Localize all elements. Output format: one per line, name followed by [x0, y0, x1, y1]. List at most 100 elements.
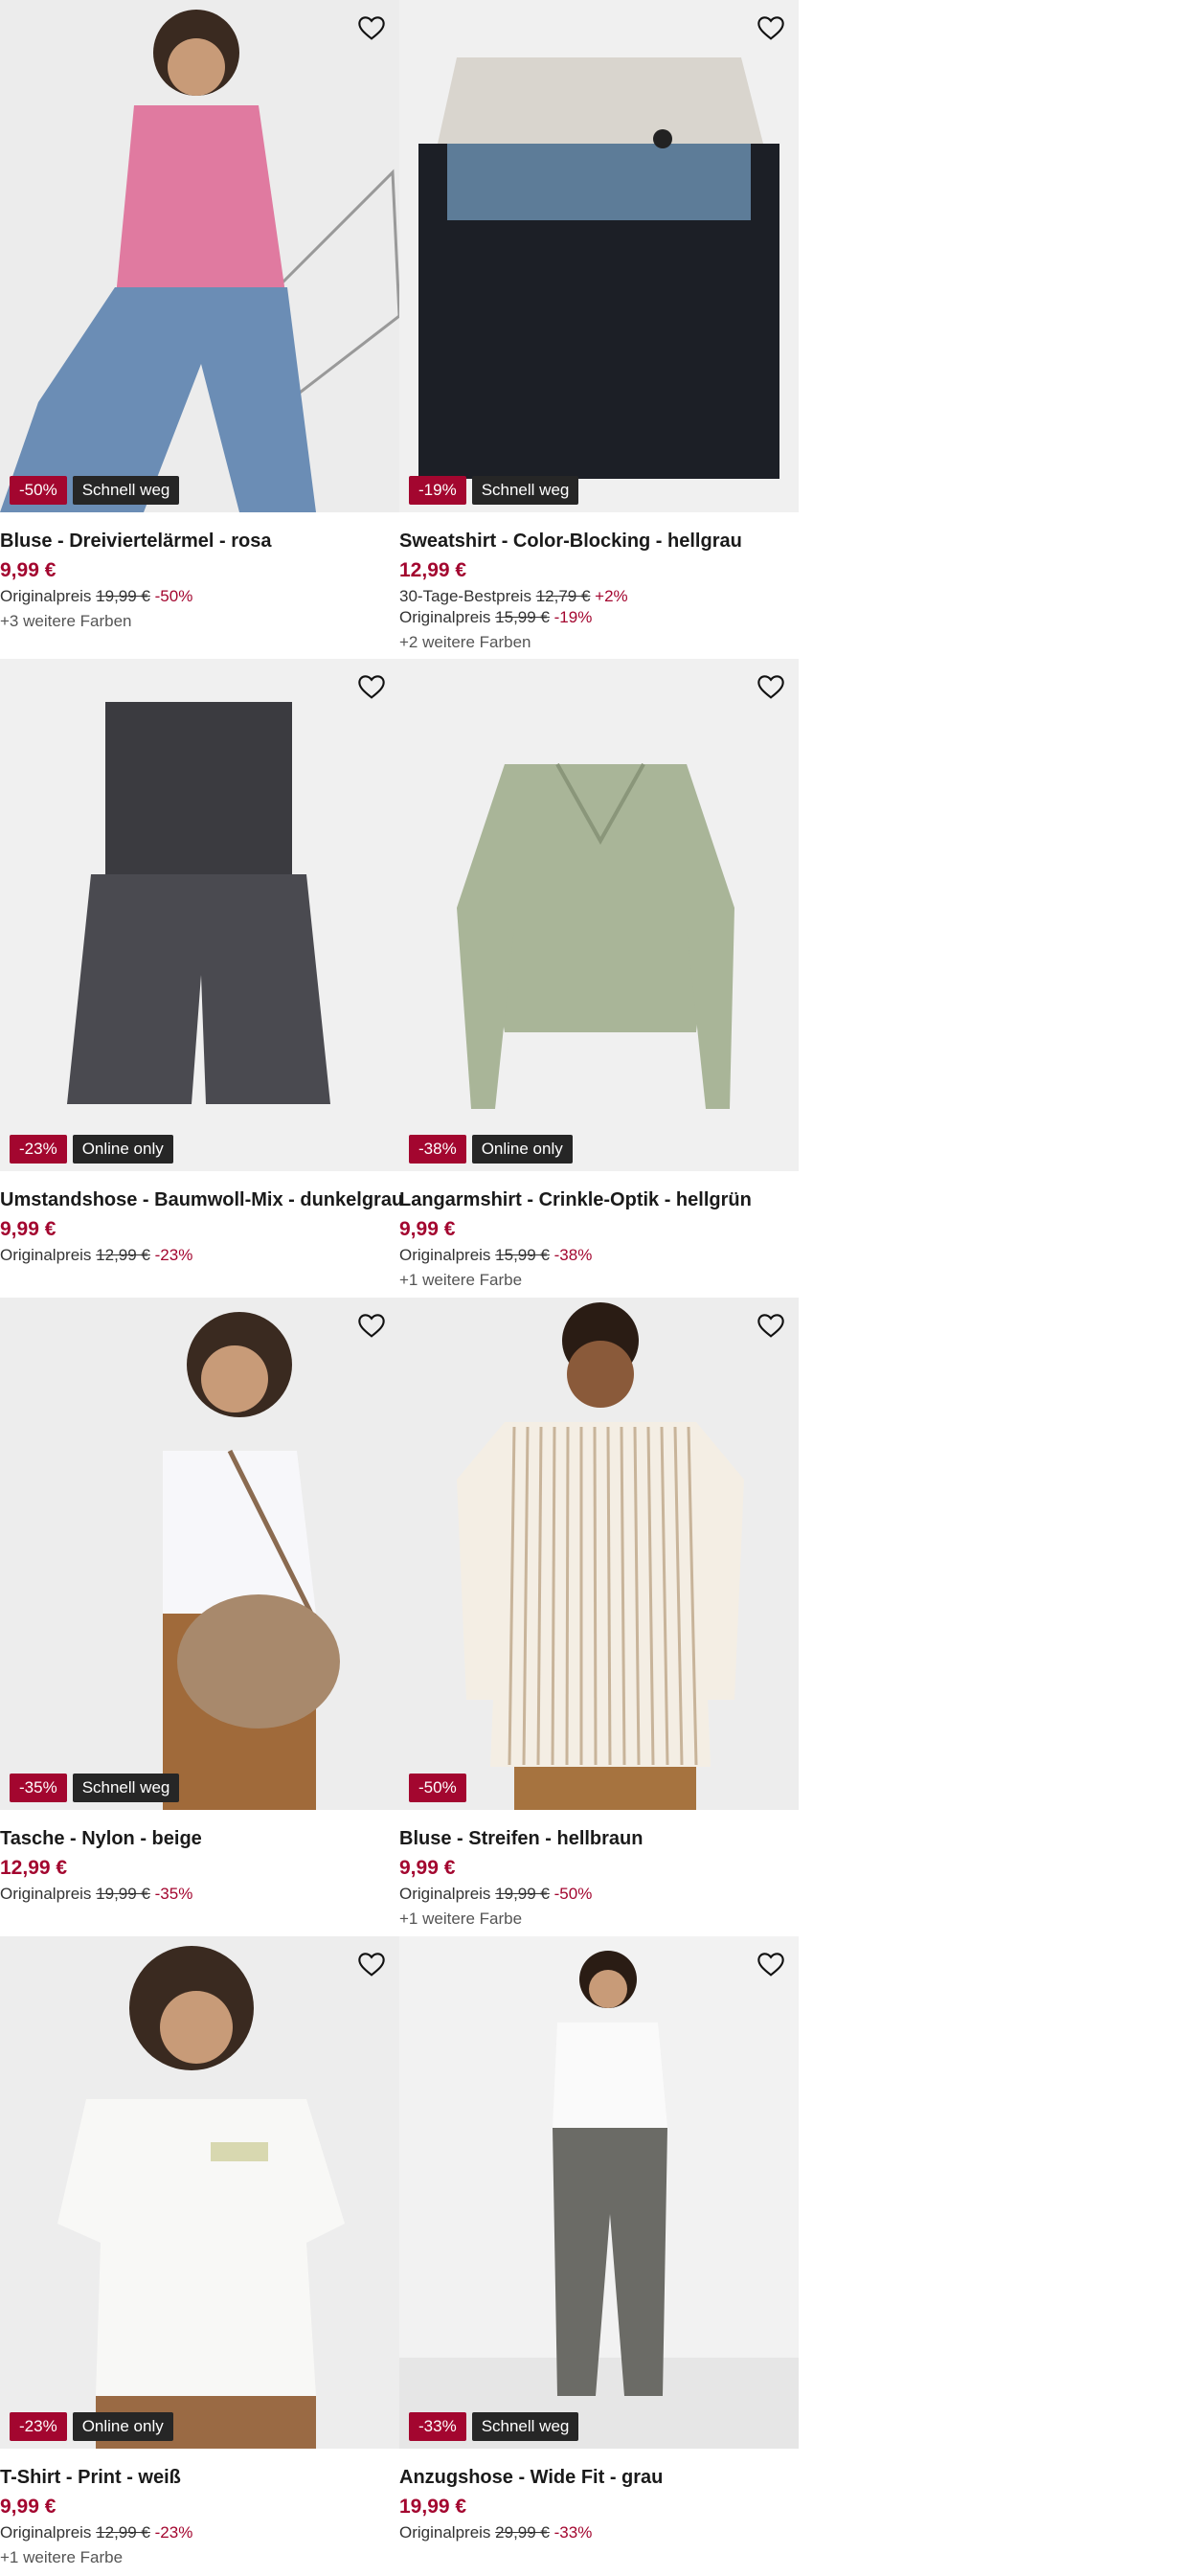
product-title[interactable]: Tasche - Nylon - beige [0, 1824, 399, 1853]
old-price: 19,99 € [495, 1885, 550, 1903]
percent-change: -19% [553, 608, 593, 626]
product-image-container[interactable]: -23% Online only [0, 1936, 399, 2449]
product-info: Anzugshose - Wide Fit - grau 19,99 € Origi… [399, 2463, 799, 2543]
more-colors-link[interactable]: +1 weitere Farbe [0, 2543, 399, 2572]
product-info: Bluse - Streifen - hellbraun 9,99 € Origin… [399, 1824, 799, 1933]
product-image[interactable] [399, 1936, 799, 2449]
price-reference-label: Originalpreis [0, 587, 92, 605]
product-price: 9,99 € [399, 1218, 456, 1240]
discount-badge: -33% [409, 2412, 466, 2441]
product-price: 9,99 € [399, 1857, 456, 1879]
heart-icon[interactable] [353, 10, 390, 46]
more-colors-link[interactable]: +3 weitere Farben [0, 607, 399, 636]
heart-icon[interactable] [753, 1307, 789, 1344]
discount-badge: -23% [10, 1135, 67, 1164]
price-reference-label: 30-Tage-Bestpreis [399, 587, 531, 605]
product-image[interactable] [399, 1298, 799, 1810]
more-colors-link[interactable]: +1 weitere Farbe [399, 1266, 799, 1295]
product-title[interactable]: Umstandshose - Baumwoll-Mix - dunkelgrau [0, 1186, 403, 1214]
product-title[interactable]: Bluse - Streifen - hellbraun [399, 1824, 799, 1853]
product-image[interactable] [399, 659, 799, 1171]
discount-badge: -23% [10, 2412, 67, 2441]
product-info: T-Shirt - Print - weiß 9,99 € Originalprei… [0, 2463, 399, 2572]
info-badge: Schnell weg [72, 476, 180, 505]
price-reference-label: Originalpreis [399, 2523, 491, 2542]
price-reference-label: Originalpreis [399, 1885, 491, 1903]
heart-icon[interactable] [753, 1946, 789, 1982]
product-image-container[interactable]: -35% Schnell weg [0, 1298, 399, 1810]
price-reference-line: Originalpreis 19,99 € -35% [0, 1884, 399, 1905]
info-badge: Online only [471, 1135, 573, 1164]
product-title[interactable]: T-Shirt - Print - weiß [0, 2463, 399, 2492]
old-price: 19,99 € [96, 1885, 150, 1903]
product-info: Umstandshose - Baumwoll-Mix - dunkelgrau… [0, 1186, 403, 1266]
product-image[interactable] [0, 1936, 399, 2449]
price-reference-line: Originalpreis 19,99 € -50% [399, 1884, 799, 1905]
heart-icon[interactable] [753, 668, 789, 705]
old-price: 29,99 € [495, 2523, 550, 2542]
price-reference-line: Originalpreis 15,99 € -38% [399, 1245, 799, 1266]
product-image-container[interactable]: -33% Schnell weg [399, 1936, 799, 2449]
price-reference-label: Originalpreis [399, 1246, 491, 1264]
old-price: 15,99 € [495, 608, 550, 626]
badge-group: -23% Online only [10, 1135, 173, 1164]
badge-group: -33% Schnell weg [409, 2412, 579, 2441]
heart-icon[interactable] [353, 668, 390, 705]
product-image[interactable] [399, 0, 799, 512]
percent-change: -33% [553, 2523, 593, 2542]
percent-change: -38% [553, 1246, 593, 1264]
product-title[interactable]: Sweatshirt - Color-Blocking - hellgrau [399, 527, 799, 555]
badge-group: -50% [409, 1774, 466, 1802]
price-reference-label: Originalpreis [0, 2523, 92, 2542]
product-image[interactable] [0, 0, 399, 512]
old-price: 15,99 € [495, 1246, 550, 1264]
price-reference-line: Originalpreis 15,99 € -19% [399, 607, 799, 628]
badge-group: -23% Online only [10, 2412, 173, 2441]
product-image-container[interactable]: -50% [399, 1298, 799, 1810]
info-badge: Schnell weg [471, 476, 579, 505]
heart-icon[interactable] [753, 10, 789, 46]
product-title[interactable]: Anzugshose - Wide Fit - grau [399, 2463, 799, 2492]
percent-change: -50% [154, 587, 193, 605]
price-reference-line: Originalpreis 19,99 € -50% [0, 586, 399, 607]
discount-badge: -19% [409, 476, 466, 505]
product-image[interactable] [0, 1298, 399, 1810]
info-badge: Schnell weg [72, 1774, 180, 1802]
product-price: 12,99 € [0, 1857, 68, 1879]
product-image[interactable] [0, 659, 399, 1171]
product-title[interactable]: Bluse - Dreiviertelärmel - rosa [0, 527, 399, 555]
heart-icon[interactable] [353, 1946, 390, 1982]
product-price: 9,99 € [0, 2496, 56, 2518]
product-image-container[interactable]: -50% Schnell weg [0, 0, 399, 512]
more-colors-link[interactable]: +2 weitere Farben [399, 628, 799, 657]
price-reference-label: Originalpreis [0, 1885, 92, 1903]
old-price: 12,79 € [535, 587, 591, 605]
product-info: Sweatshirt - Color-Blocking - hellgrau 12… [399, 527, 799, 657]
price-reference-label: Originalpreis [399, 608, 491, 626]
percent-change: +2% [595, 587, 628, 605]
price-reference-line: Originalpreis 12,99 € -23% [0, 1245, 399, 1266]
info-badge: Online only [72, 2412, 173, 2441]
product-title[interactable]: Langarmshirt - Crinkle-Optik - hellgrün [399, 1186, 799, 1214]
price-reference-line: Originalpreis 29,99 € -33% [399, 2522, 799, 2543]
more-colors-link[interactable]: +1 weitere Farbe [399, 1905, 799, 1933]
product-price: 9,99 € [0, 559, 56, 581]
product-image-container[interactable]: -23% Online only [0, 659, 399, 1171]
product-image-container[interactable]: -19% Schnell weg [399, 0, 799, 512]
info-badge: Online only [72, 1135, 173, 1164]
info-badge: Schnell weg [471, 2412, 579, 2441]
discount-badge: -50% [10, 476, 67, 505]
percent-change: -50% [553, 1885, 593, 1903]
badge-group: -50% Schnell weg [10, 476, 180, 505]
product-info: Bluse - Dreiviertelärmel - rosa 9,99 € Ori… [0, 527, 399, 636]
old-price: 12,99 € [96, 1246, 150, 1264]
discount-badge: -35% [10, 1774, 67, 1802]
discount-badge: -50% [409, 1774, 466, 1802]
price-reference-line: 30-Tage-Bestpreis 12,79 € +2% [399, 586, 799, 607]
product-price: 12,99 € [399, 559, 467, 581]
old-price: 19,99 € [96, 587, 150, 605]
price-reference-label: Originalpreis [0, 1246, 92, 1264]
product-image-container[interactable]: -38% Online only [399, 659, 799, 1171]
badge-group: -19% Schnell weg [409, 476, 579, 505]
heart-icon[interactable] [353, 1307, 390, 1344]
